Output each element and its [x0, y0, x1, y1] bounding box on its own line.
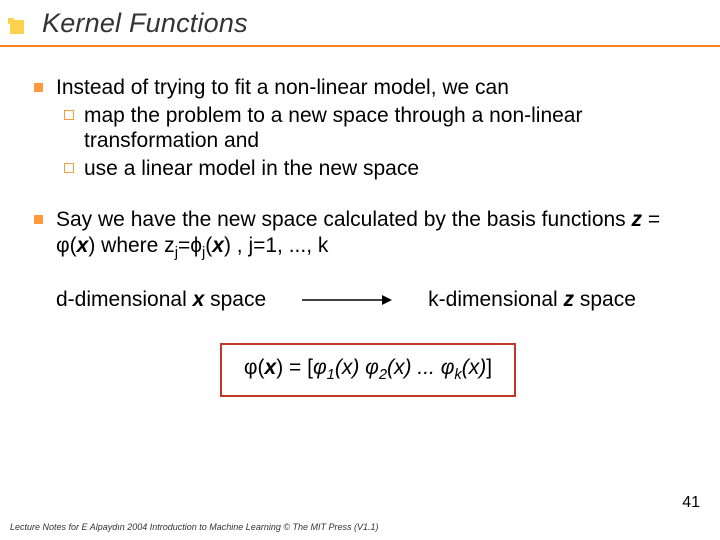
f-t1b: (x) [335, 356, 365, 379]
b2-x2: x [212, 234, 224, 257]
slide-title: Kernel Functions [18, 8, 720, 39]
bullet-item-1: Instead of trying to fit a non-linear mo… [56, 75, 680, 181]
map-left-b: x [193, 288, 205, 311]
f-t2b: (x) ... [387, 356, 441, 379]
f-t2a: φ [365, 356, 379, 379]
f-tks: k [454, 367, 461, 383]
b2-eqmid: = [642, 208, 660, 231]
footer-citation: Lecture Notes for E Alpaydın 2004 Introd… [10, 522, 379, 532]
title-bar: Kernel Functions [0, 0, 720, 43]
page-number: 41 [682, 494, 700, 512]
b2-part1: Say we have the new space calculated by … [56, 208, 632, 231]
f-x: x [265, 356, 277, 379]
arrow-icon [302, 293, 392, 307]
mapping-right: k-dimensional z space [428, 287, 636, 313]
mapping-row: d-dimensional x space k-dimensional z sp… [56, 287, 680, 313]
b2-phi: φ [56, 234, 70, 257]
formula-box: φ(x) = [φ1(x) φ2(x) ... φk(x)] [220, 343, 516, 397]
map-right-b: z [564, 288, 575, 311]
f-t1s: 1 [327, 367, 335, 383]
mapping-left: d-dimensional x space [56, 287, 266, 313]
bullet-item-2: Say we have the new space calculated by … [56, 207, 680, 396]
b2-tail: , j=1, ..., k [231, 234, 328, 257]
b2-close2: ) [224, 234, 231, 257]
map-left-c: space [204, 288, 266, 311]
f-t2s: 2 [379, 367, 387, 383]
f-tka: φ [441, 356, 455, 379]
b2-x: x [77, 234, 89, 257]
b2-z: z [632, 208, 643, 231]
b2-open: ( [70, 234, 77, 257]
f-eq: = [ [283, 356, 313, 379]
formula-wrap: φ(x) = [φ1(x) φ2(x) ... φk(x)] [56, 319, 680, 397]
sub-bullet-1: map the problem to a new space through a… [56, 103, 680, 154]
map-left-a: d-dimensional [56, 288, 193, 311]
b2-where: where z [95, 234, 174, 257]
map-right-c: space [574, 288, 636, 311]
f-t1a: φ [313, 356, 327, 379]
b2-eq2: =ϕ [178, 234, 202, 257]
title-logo-square [10, 20, 24, 34]
f-end: ] [486, 356, 492, 379]
f-phi: φ [244, 356, 258, 379]
sub-bullet-2: use a linear model in the new space [56, 156, 680, 182]
f-open: ( [258, 356, 265, 379]
map-right-a: k-dimensional [428, 288, 563, 311]
slide-content: Instead of trying to fit a non-linear mo… [0, 47, 720, 397]
bullet1-lead: Instead of trying to fit a non-linear mo… [56, 76, 509, 99]
f-tkb: (x) [462, 356, 487, 379]
